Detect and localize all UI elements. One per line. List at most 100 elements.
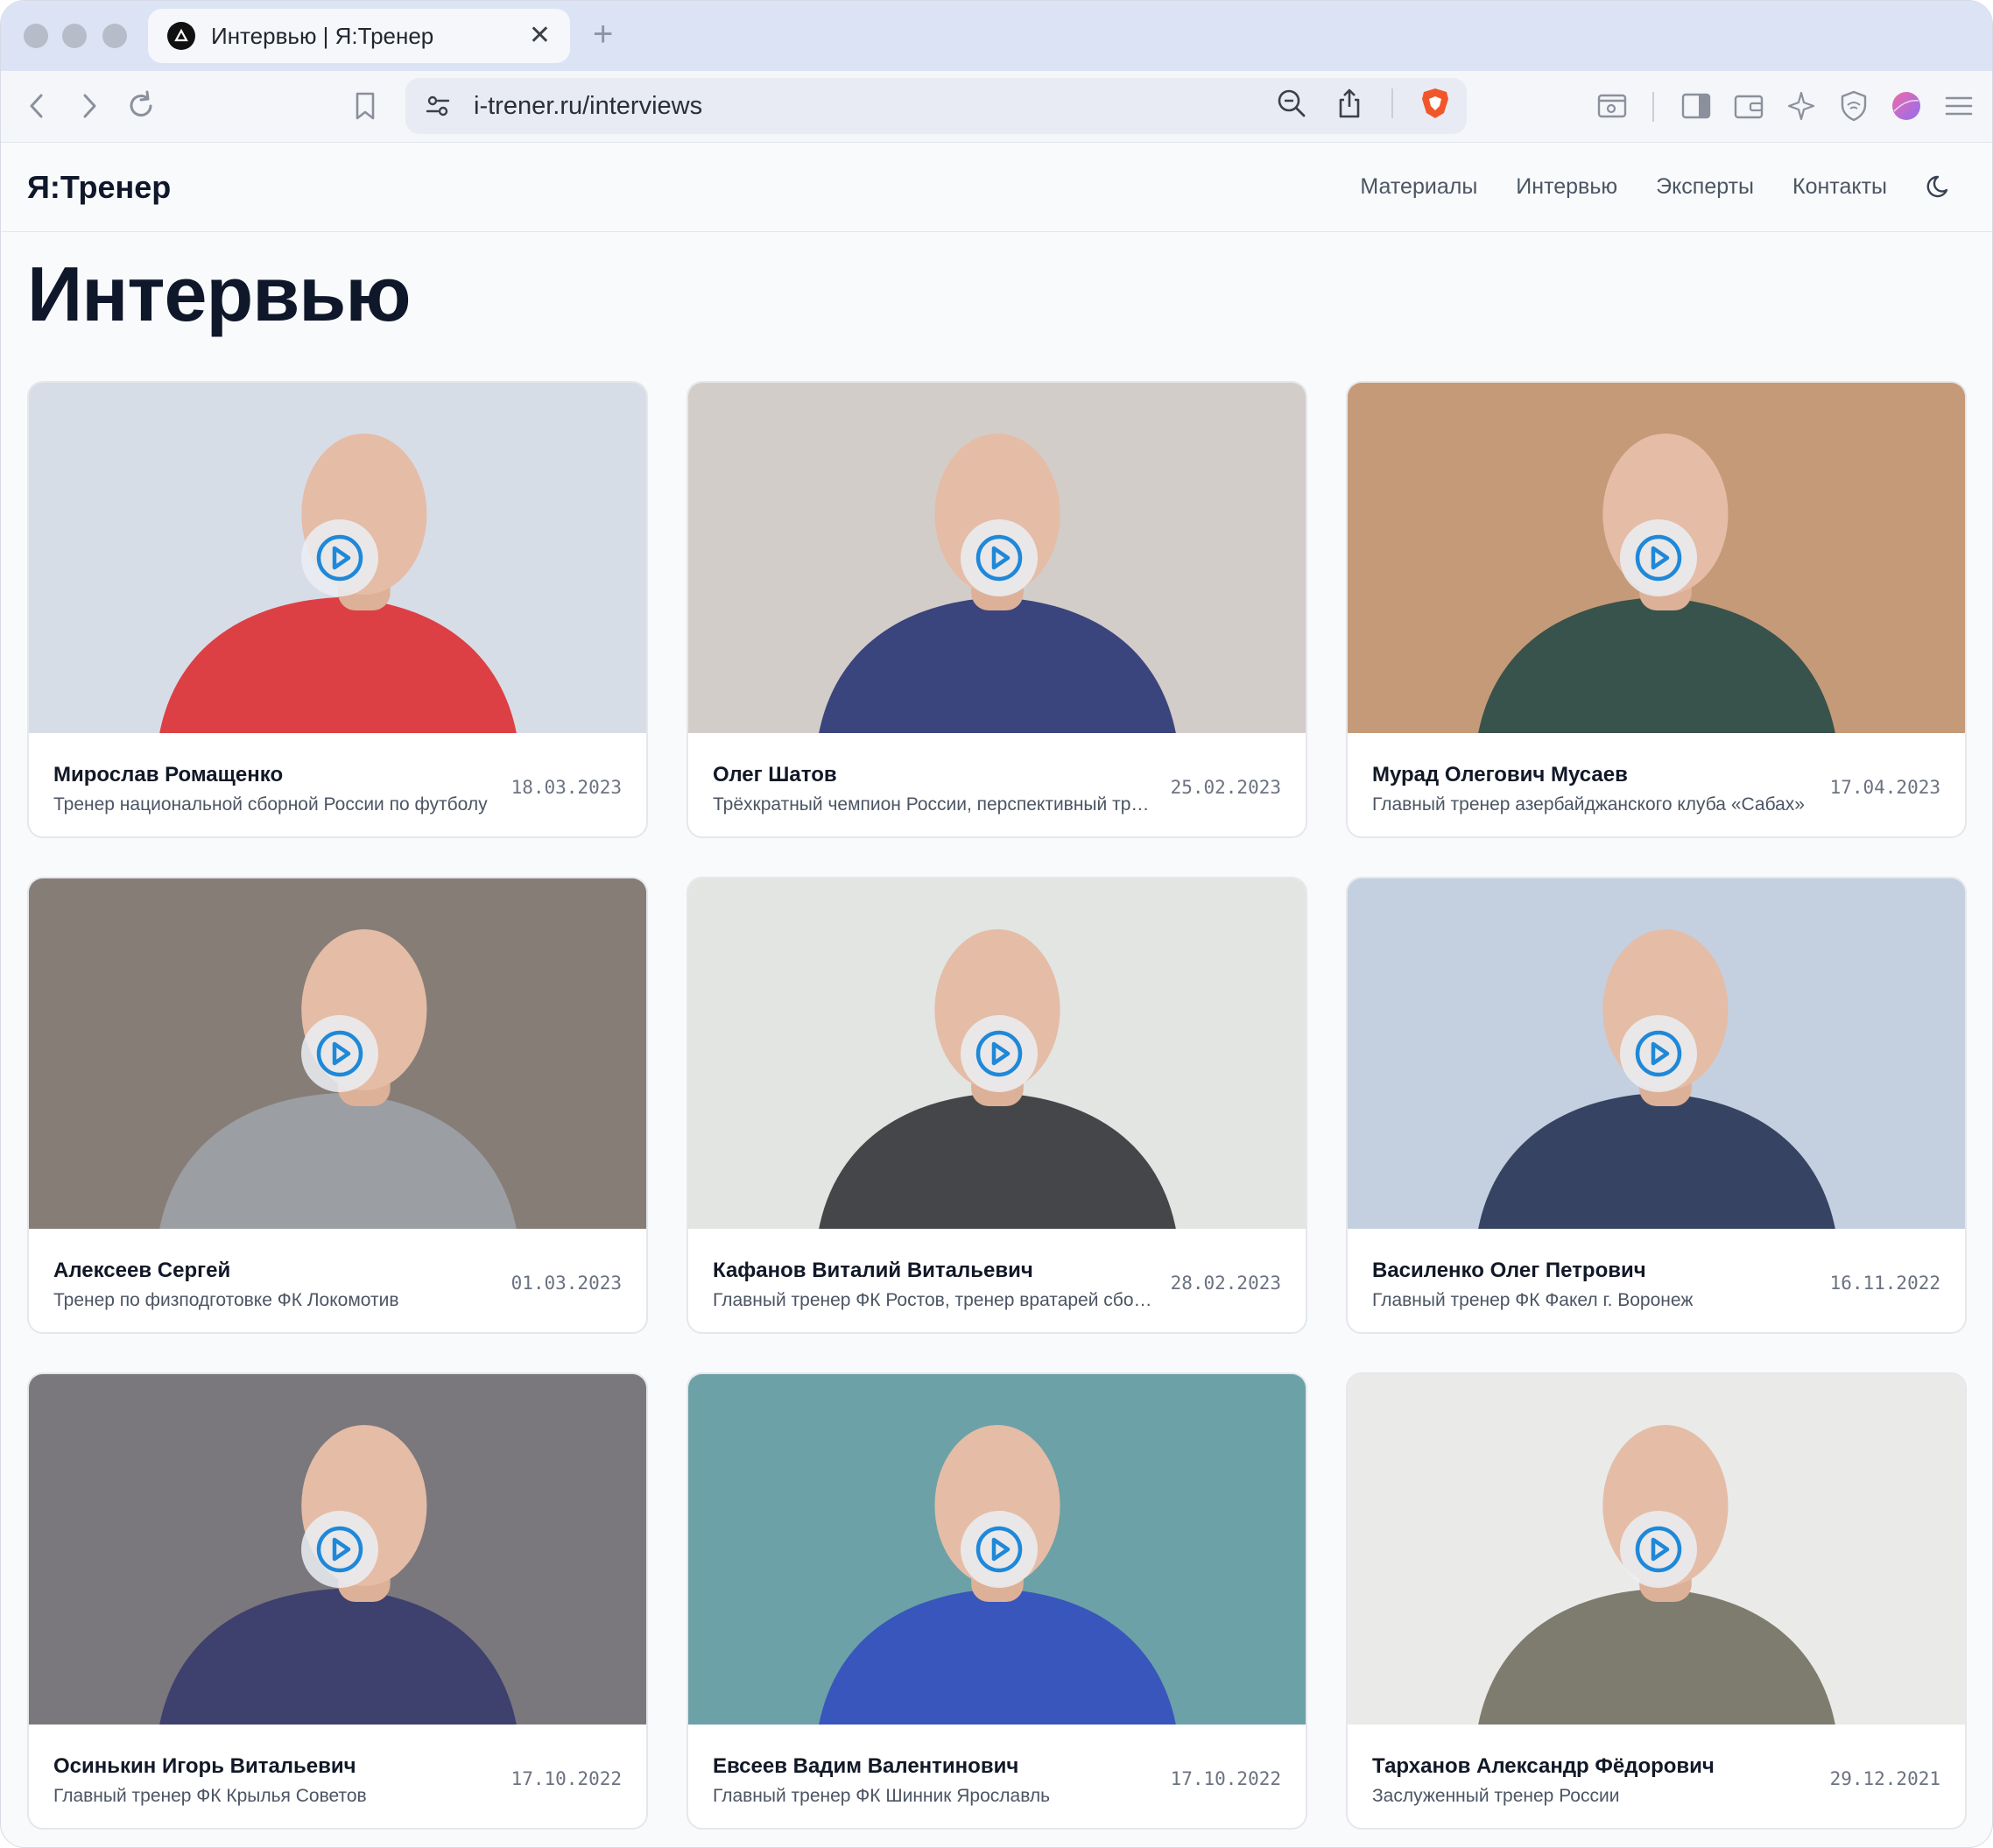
interviewee-description: Главный тренер ФК Шинник Ярославль bbox=[713, 1786, 1051, 1806]
interviewee-name: Мирослав Ромащенко bbox=[53, 763, 284, 786]
card-body: Олег Шатов Трёхкратный чемпион России, п… bbox=[688, 733, 1306, 836]
interview-card[interactable]: Мирослав Ромащенко Тренер национальной с… bbox=[27, 381, 648, 838]
new-tab-button[interactable]: + bbox=[593, 17, 613, 52]
card-body: Тарханов Александр Фёдорович Заслуженный… bbox=[1348, 1725, 1965, 1828]
play-icon bbox=[1635, 534, 1682, 582]
back-icon[interactable] bbox=[20, 88, 55, 123]
zoom-out-icon[interactable] bbox=[1276, 88, 1307, 119]
interview-thumbnail[interactable] bbox=[688, 383, 1306, 733]
toolbar-separator bbox=[1652, 92, 1654, 122]
wallet-icon[interactable] bbox=[1731, 88, 1766, 123]
interview-card[interactable]: Олег Шатов Трёхкратный чемпион России, п… bbox=[687, 381, 1307, 838]
interviewee-description: Заслуженный тренер России bbox=[1372, 1786, 1620, 1806]
site-favicon-icon bbox=[167, 22, 195, 50]
play-icon bbox=[975, 534, 1023, 582]
nav-item-interviews[interactable]: Интервью bbox=[1516, 174, 1617, 200]
zoom-window-button[interactable] bbox=[102, 24, 127, 48]
play-button[interactable] bbox=[961, 519, 1038, 596]
interview-card[interactable]: Алексеев Сергей Тренер по физподготовке … bbox=[27, 877, 648, 1334]
url-separator bbox=[1391, 88, 1393, 118]
play-button[interactable] bbox=[301, 519, 378, 596]
nav-item-contacts[interactable]: Контакты bbox=[1792, 174, 1887, 200]
interviewee-description: Главный тренер азербайджанского клуба «С… bbox=[1372, 794, 1805, 815]
play-icon bbox=[975, 1526, 1023, 1573]
interview-thumbnail[interactable] bbox=[29, 383, 646, 733]
interviewee-description: Тренер национальной сборной России по фу… bbox=[53, 794, 488, 815]
browser-window: Интервью | Я:Тренер ✕ + i-trener.ru/inte… bbox=[0, 0, 1993, 1848]
interview-thumbnail[interactable] bbox=[29, 878, 646, 1229]
interviewee-name: Василенко Олег Петрович bbox=[1372, 1259, 1646, 1282]
interviewee-name: Алексеев Сергей bbox=[53, 1259, 231, 1282]
play-button[interactable] bbox=[301, 1511, 378, 1588]
site-header: Я:Тренер Материалы Интервью Эксперты Кон… bbox=[1, 143, 1992, 232]
interviewee-name: Олег Шатов bbox=[713, 763, 837, 786]
interview-thumbnail[interactable] bbox=[1348, 383, 1965, 733]
sidebar-icon[interactable] bbox=[1679, 88, 1714, 123]
interview-thumbnail[interactable] bbox=[1348, 1374, 1965, 1725]
address-bar[interactable]: i-trener.ru/interviews bbox=[405, 78, 1467, 134]
interview-date: 18.03.2023 bbox=[511, 777, 622, 798]
play-button[interactable] bbox=[961, 1511, 1038, 1588]
interview-card[interactable]: Евсеев Вадим Валентинович Главный тренер… bbox=[687, 1372, 1307, 1830]
bookmark-icon[interactable] bbox=[348, 88, 383, 123]
tab-title: Интервью | Я:Тренер bbox=[211, 22, 434, 49]
menu-icon[interactable] bbox=[1941, 88, 1976, 123]
interviewee-description: Главный тренер ФК Факел г. Воронеж bbox=[1372, 1290, 1694, 1310]
play-button[interactable] bbox=[301, 1015, 378, 1092]
vpn-icon[interactable] bbox=[1836, 88, 1871, 123]
interview-date: 28.02.2023 bbox=[1170, 1273, 1281, 1294]
interview-card[interactable]: Мурад Олегович Мусаев Главный тренер азе… bbox=[1346, 381, 1967, 838]
forward-icon[interactable] bbox=[71, 88, 106, 123]
play-icon bbox=[975, 1030, 1023, 1077]
play-button[interactable] bbox=[1620, 519, 1697, 596]
interviewee-name: Кафанов Виталий Витальевич bbox=[713, 1259, 1033, 1282]
reader-mode-icon[interactable] bbox=[1595, 88, 1630, 123]
interview-date: 17.10.2022 bbox=[1170, 1768, 1281, 1789]
interview-date: 16.11.2022 bbox=[1829, 1273, 1940, 1294]
url-text: i-trener.ru/interviews bbox=[474, 91, 703, 120]
interview-card[interactable]: Василенко Олег Петрович Главный тренер Ф… bbox=[1346, 877, 1967, 1334]
moon-icon[interactable] bbox=[1924, 171, 1955, 202]
interview-card[interactable]: Кафанов Виталий Витальевич Главный трене… bbox=[687, 877, 1307, 1334]
interviewee-name: Мурад Олегович Мусаев bbox=[1372, 763, 1628, 786]
main-nav: Материалы Интервью Эксперты Контакты bbox=[1360, 174, 1887, 200]
site-logo[interactable]: Я:Тренер bbox=[27, 169, 171, 206]
interviewee-name: Осинькин Игорь Витальевич bbox=[53, 1754, 356, 1778]
card-body: Осинькин Игорь Витальевич Главный тренер… bbox=[29, 1725, 646, 1828]
interview-card[interactable]: Осинькин Игорь Витальевич Главный тренер… bbox=[27, 1372, 648, 1830]
interviewee-description: Главный тренер ФК Ростов, тренер вратаре… bbox=[713, 1290, 1158, 1310]
interview-date: 25.02.2023 bbox=[1170, 777, 1281, 798]
minimize-window-button[interactable] bbox=[62, 24, 87, 48]
interview-thumbnail[interactable] bbox=[1348, 878, 1965, 1229]
interview-date: 01.03.2023 bbox=[511, 1273, 622, 1294]
close-window-button[interactable] bbox=[24, 24, 48, 48]
play-button[interactable] bbox=[1620, 1511, 1697, 1588]
interview-date: 29.12.2021 bbox=[1829, 1768, 1940, 1789]
tab-active[interactable]: Интервью | Я:Тренер ✕ bbox=[148, 9, 570, 63]
interview-thumbnail[interactable] bbox=[688, 878, 1306, 1229]
interviewee-name: Тарханов Александр Фёдорович bbox=[1372, 1754, 1715, 1778]
nav-item-experts[interactable]: Эксперты bbox=[1656, 174, 1754, 200]
interview-date: 17.10.2022 bbox=[511, 1768, 622, 1789]
interview-card[interactable]: Тарханов Александр Фёдорович Заслуженный… bbox=[1346, 1372, 1967, 1830]
interview-thumbnail[interactable] bbox=[29, 1374, 646, 1725]
reload-icon[interactable] bbox=[123, 88, 158, 123]
play-icon bbox=[316, 1030, 363, 1077]
interviewee-description: Трёхкратный чемпион России, перспективны… bbox=[713, 794, 1158, 815]
play-button[interactable] bbox=[1620, 1015, 1697, 1092]
card-body: Евсеев Вадим Валентинович Главный тренер… bbox=[688, 1725, 1306, 1828]
card-body: Мирослав Ромащенко Тренер национальной с… bbox=[29, 733, 646, 836]
brave-shields-icon[interactable] bbox=[1419, 87, 1451, 120]
interviews-grid: Мирослав Ромащенко Тренер национальной с… bbox=[27, 381, 1968, 1830]
tab-bar: Интервью | Я:Тренер ✕ + bbox=[1, 1, 1992, 71]
play-icon bbox=[316, 534, 363, 582]
nav-item-materials[interactable]: Материалы bbox=[1360, 174, 1477, 200]
leo-ai-icon[interactable] bbox=[1784, 88, 1819, 123]
card-body: Кафанов Виталий Витальевич Главный трене… bbox=[688, 1229, 1306, 1332]
play-button[interactable] bbox=[961, 1015, 1038, 1092]
profile-avatar-icon[interactable] bbox=[1889, 88, 1924, 123]
interview-thumbnail[interactable] bbox=[688, 1374, 1306, 1725]
site-settings-icon[interactable] bbox=[425, 93, 451, 119]
tab-close-icon[interactable]: ✕ bbox=[529, 23, 551, 49]
share-icon[interactable] bbox=[1334, 88, 1365, 119]
